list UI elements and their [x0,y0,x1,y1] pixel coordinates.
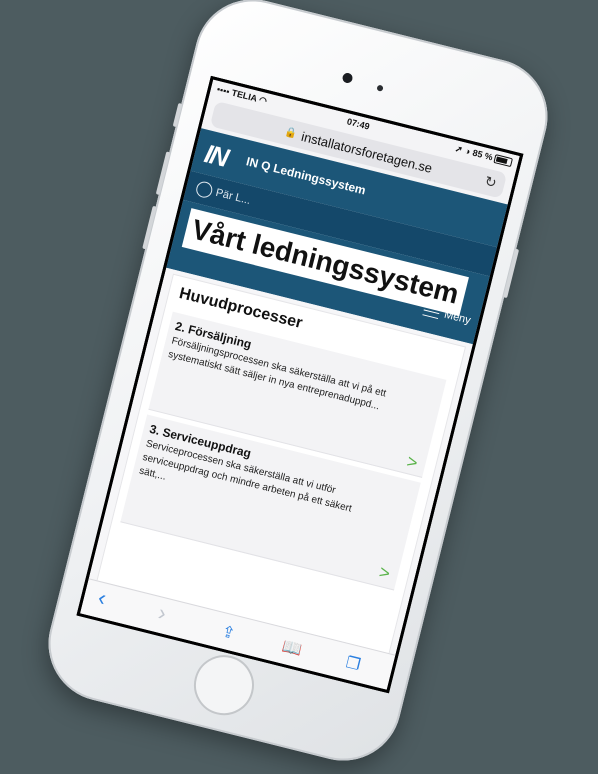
item-text: Försäljningsprocessen ska säkerställa at… [167,335,388,413]
hamburger-icon [422,304,441,320]
user-name[interactable]: Pär L... [214,187,251,207]
lock-icon: 🔒 [283,126,299,140]
menu-label: Meny [442,308,472,327]
back-icon[interactable]: ‹ [95,585,109,612]
carrier-label: TELIA [230,87,258,104]
wifi-icon: ◠ [258,94,269,107]
site-logo[interactable]: IN [201,138,231,173]
battery-icon [493,154,513,168]
forward-icon[interactable]: › [156,600,169,627]
battery-percent: 85 % [471,147,494,163]
screen-inner: ▪▪▪▪ TELIA ◠ 07:49 ➚ ◑ 85 % 🔒 installato… [79,79,520,691]
bookmarks-icon[interactable]: 📖 [280,636,304,660]
user-icon[interactable] [194,179,214,200]
chevron-right-icon[interactable]: > [377,562,392,585]
status-time: 07:49 [345,116,371,132]
screen: ▪▪▪▪ TELIA ◠ 07:49 ➚ ◑ 85 % 🔒 installato… [76,75,524,694]
tabs-icon[interactable]: ❐ [344,652,363,675]
phone: ▪▪▪▪ TELIA ◠ 07:49 ➚ ◑ 85 % 🔒 installato… [36,0,560,773]
chevron-right-icon[interactable]: > [405,451,420,474]
scene: ▪▪▪▪ TELIA ◠ 07:49 ➚ ◑ 85 % 🔒 installato… [0,0,598,773]
location-icon: ➚ [454,143,464,155]
share-icon[interactable]: ⇪ [220,621,238,644]
reload-icon[interactable]: ↻ [483,173,498,192]
headphones-icon: ◑ [463,145,472,157]
